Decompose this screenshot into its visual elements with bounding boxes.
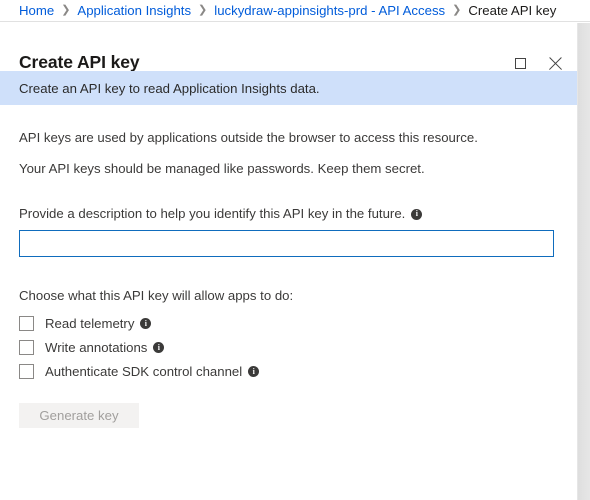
breadcrumb-separator: ❯ [61,4,71,16]
info-banner-text: Create an API key to read Application In… [19,80,320,96]
description-field-label: Provide a description to help you identi… [19,206,559,222]
blade-scrollbar-gutter[interactable] [578,23,590,500]
description-paragraph-1: API keys are used by applications outsid… [19,130,478,145]
checkbox-authenticate-sdk-control-channel[interactable] [19,364,34,380]
breadcrumb-item-create-api-key: Create API key [468,2,557,18]
checkbox-row-authenticate-sdk-control-channel[interactable]: Authenticate SDK control channel i [19,364,559,380]
permissions-checkbox-list: Read telemetry i Write annotations i Aut… [19,316,559,380]
maximize-button[interactable] [510,53,530,73]
breadcrumb-separator: ❯ [198,4,208,16]
description-field-label-text: Provide a description to help you identi… [19,206,406,222]
breadcrumb-separator: ❯ [452,4,462,16]
breadcrumb-item-home[interactable]: Home [19,4,54,17]
window-controls [510,53,565,73]
info-icon[interactable]: i [140,318,152,330]
checkbox-read-telemetry[interactable] [19,316,34,332]
create-api-key-blade: Create API key Create an API key to read… [0,23,578,500]
description-input[interactable] [19,229,554,257]
checkbox-row-read-telemetry[interactable]: Read telemetry i [19,316,559,332]
breadcrumb: Home ❯ Application Insights ❯ luckydraw-… [0,0,590,22]
checkbox-row-write-annotations[interactable]: Write annotations i [19,340,559,356]
info-icon[interactable]: i [153,342,165,354]
checkbox-write-annotations[interactable] [19,340,34,356]
checkbox-label-write-annotations: Write annotations [45,340,148,356]
breadcrumb-item-api-access[interactable]: luckydraw-appinsights-prd - API Access [214,4,445,17]
info-icon[interactable]: i [248,366,260,378]
permissions-label: Choose what this API key will allow apps… [19,287,294,303]
page-title: Create API key [19,52,140,72]
checkbox-label-read-telemetry: Read telemetry [45,316,135,332]
blade-content: API keys are used by applications outsid… [19,118,559,428]
checkbox-label-authenticate-sdk-control-channel: Authenticate SDK control channel [45,364,243,380]
breadcrumb-item-application-insights[interactable]: Application Insights [77,4,191,17]
info-icon[interactable]: i [411,208,423,220]
maximize-icon [514,57,526,69]
close-icon [548,56,563,71]
generate-key-button[interactable]: Generate key [19,402,139,428]
close-button[interactable] [545,53,565,73]
info-banner: Create an API key to read Application In… [0,71,577,105]
description-paragraph-2: Your API keys should be managed like pas… [19,161,425,177]
